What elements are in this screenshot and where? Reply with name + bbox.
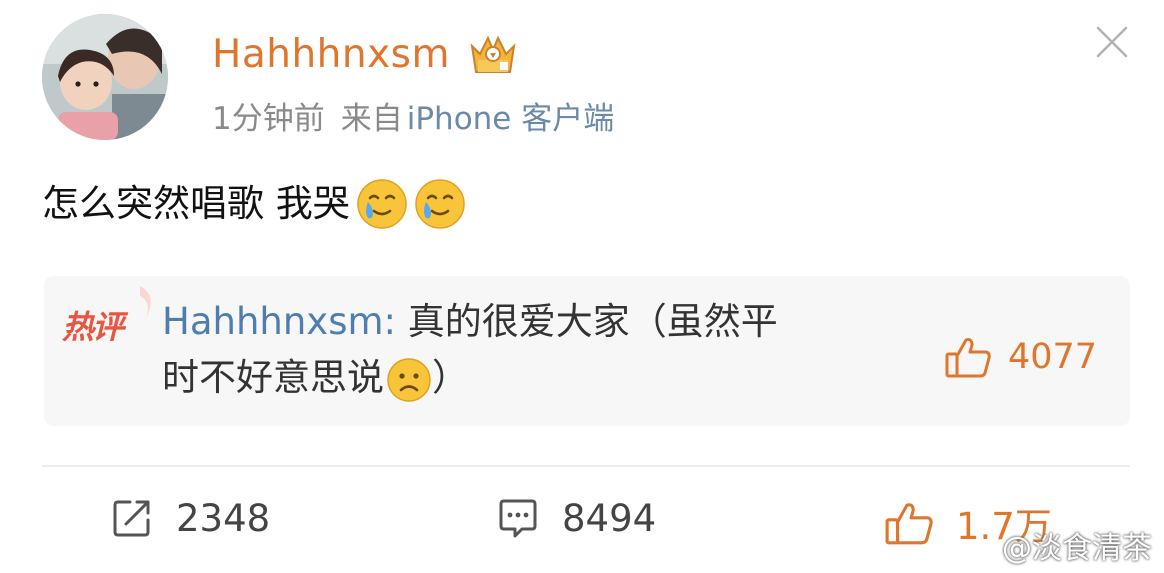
post-content: 怎么突然唱歌 我哭 <box>42 178 466 230</box>
divider <box>42 465 1130 467</box>
avatar[interactable] <box>42 14 168 140</box>
crying-smile-emoji <box>356 178 408 230</box>
post-client[interactable]: iPhone 客户端 <box>407 101 615 137</box>
post-source-label: 来自 <box>340 101 403 137</box>
repost-button[interactable]: 2348 <box>110 496 270 540</box>
repost-icon <box>113 500 150 537</box>
comment-button[interactable]: 8494 <box>496 496 656 540</box>
hot-comment-line2: 时不好意思说 <box>162 356 384 399</box>
close-icon[interactable] <box>1094 24 1130 60</box>
post-username[interactable]: Hahhhnxsm <box>212 30 450 80</box>
crown-badge-icon <box>470 35 516 73</box>
hot-comment-tail: ） <box>432 356 469 399</box>
post-meta: 1分钟前 来自 iPhone 客户端 <box>212 98 614 140</box>
hot-comment-like-button[interactable]: 4077 <box>944 334 1097 380</box>
thumbs-up-icon <box>885 503 933 545</box>
post-text: 怎么突然唱歌 我哭 <box>42 182 350 225</box>
comment-icon <box>499 499 537 538</box>
thumbs-up-icon <box>945 338 991 378</box>
hot-comment-author[interactable]: Hahhhnxsm: <box>162 300 396 343</box>
post-time: 1分钟前 <box>212 101 325 137</box>
hot-comment[interactable]: 热评 Hahhhnxsm: 真的很爱大家（虽然平 时不好意思说 ） 4077 <box>44 276 1130 426</box>
sad-emoji <box>386 357 432 403</box>
hot-comment-like-count: 4077 <box>1008 337 1098 377</box>
hot-comment-badge: 热评 <box>62 308 124 346</box>
crying-smile-emoji <box>414 178 466 230</box>
repost-count: 2348 <box>176 496 271 540</box>
watermark: @淡食清茶 <box>1002 531 1152 566</box>
comment-count: 8494 <box>562 496 657 540</box>
hot-comment-text: Hahhhnxsm: 真的很爱大家（虽然平 时不好意思说 ） <box>162 294 912 406</box>
hot-comment-line1: 真的很爱大家（虽然平 <box>395 300 778 343</box>
